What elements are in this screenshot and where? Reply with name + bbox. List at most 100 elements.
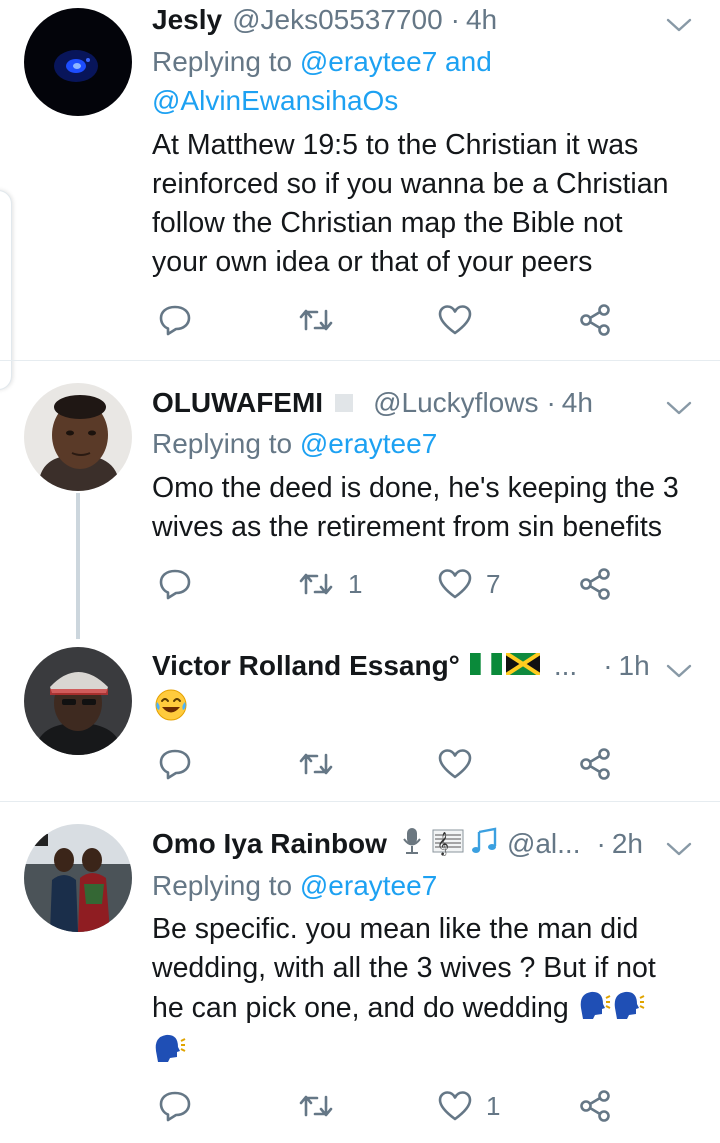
replying-to: Replying to @eraytee7 bbox=[152, 866, 696, 905]
reply-icon bbox=[159, 1091, 191, 1122]
tweet-text: Omo the deed is done, he's keeping the 3… bbox=[152, 469, 700, 547]
tweet-omo-iya-rainbow[interactable]: Omo Iya Rainbow 𝄞 @al... · 2h Replying t… bbox=[0, 802, 720, 1143]
badge-square-icon bbox=[335, 394, 354, 412]
timestamp[interactable]: 1h bbox=[619, 650, 650, 682]
like-button[interactable] bbox=[438, 300, 472, 340]
like-button[interactable]: 7 bbox=[438, 564, 500, 604]
retweet-icon bbox=[299, 573, 333, 595]
user-handle[interactable]: ... bbox=[554, 650, 577, 682]
tweet-jesly[interactable]: Jesly @Jeks05537700 · 4h Replying to @er… bbox=[0, 0, 720, 360]
tweet-line: Be specific. you mean like the man did bbox=[152, 913, 639, 945]
tweet-oluwafemi[interactable]: OLUWAFEMI @Luckyflows · 4h Replying to @… bbox=[0, 361, 720, 801]
retweet-button[interactable] bbox=[298, 300, 334, 340]
retweet-button[interactable] bbox=[298, 744, 334, 784]
tweet-line: reinforced so if you wanna be a Christia… bbox=[152, 168, 669, 200]
like-button[interactable] bbox=[438, 744, 472, 784]
retweet-button[interactable] bbox=[298, 1086, 334, 1126]
display-name[interactable]: Victor Rolland Essang° bbox=[152, 650, 460, 682]
user-handle[interactable]: @al... bbox=[507, 828, 581, 860]
reply-button[interactable] bbox=[158, 1086, 192, 1126]
display-name[interactable]: Jesly bbox=[152, 4, 222, 36]
reply-icon bbox=[159, 749, 191, 780]
tweet-line-with-emoji: he can pick one, and do wedding bbox=[152, 988, 700, 1031]
speaking-head-icon bbox=[577, 988, 611, 1031]
action-bar: 1 7 bbox=[152, 564, 632, 604]
chevron-down-icon[interactable] bbox=[666, 8, 692, 40]
jamaica-flag-icon bbox=[504, 650, 541, 682]
replying-prefix: Replying to bbox=[152, 46, 293, 77]
chevron-down-icon[interactable] bbox=[666, 654, 692, 686]
avatar[interactable] bbox=[24, 383, 132, 491]
chevron-down-icon[interactable] bbox=[666, 391, 692, 423]
separator-dot: · bbox=[603, 650, 613, 681]
speaking-head-icon bbox=[611, 988, 645, 1031]
tweet-line: he can pick one, and do wedding bbox=[152, 992, 569, 1025]
tweet-text: At Matthew 19:5 to the Christian it was … bbox=[152, 126, 700, 282]
tweet-line: At Matthew 19:5 to the Christian it was bbox=[152, 129, 639, 161]
reply-button[interactable] bbox=[158, 300, 192, 340]
musical-notes-icon bbox=[469, 826, 499, 863]
timestamp[interactable]: 2h bbox=[612, 828, 643, 860]
chevron-down-icon[interactable] bbox=[666, 832, 692, 864]
retweet-icon bbox=[299, 753, 333, 775]
avatar[interactable] bbox=[24, 647, 132, 755]
musical-score-icon: 𝄞 bbox=[431, 826, 465, 863]
heart-icon bbox=[438, 1091, 472, 1121]
avatar[interactable] bbox=[24, 824, 132, 932]
share-icon bbox=[580, 748, 610, 780]
user-handle[interactable]: @Luckyflows bbox=[373, 387, 538, 419]
tweet-header: OLUWAFEMI @Luckyflows · 4h bbox=[152, 383, 696, 423]
thread-line bbox=[76, 493, 80, 639]
mention-link[interactable]: @eraytee7 bbox=[300, 428, 437, 459]
share-icon bbox=[580, 304, 610, 336]
replying-to: Replying to @eraytee7 and @AlvinEwansiha… bbox=[152, 42, 696, 120]
tweet-line: wives as the retirement from sin benefit… bbox=[152, 511, 663, 543]
heart-icon bbox=[438, 305, 472, 335]
share-button[interactable] bbox=[578, 744, 612, 784]
action-bar: 1 bbox=[152, 1086, 632, 1126]
nigeria-flag-icon bbox=[469, 650, 502, 682]
tweet-header: Victor Rolland Essang° ... · 1h bbox=[152, 646, 696, 686]
reply-icon bbox=[159, 569, 191, 600]
share-icon bbox=[580, 568, 610, 600]
tweet-line: your own idea or that of your peers bbox=[152, 246, 593, 278]
retweet-icon bbox=[299, 1095, 333, 1117]
tweet-header: Jesly @Jeks05537700 · 4h bbox=[152, 0, 696, 40]
like-count: 1 bbox=[486, 1090, 501, 1121]
share-button[interactable] bbox=[578, 300, 612, 340]
tweet-header: Omo Iya Rainbow 𝄞 @al... · 2h bbox=[152, 824, 696, 864]
retweet-count: 1 bbox=[348, 568, 363, 599]
replying-to: Replying to @eraytee7 bbox=[152, 424, 696, 463]
display-name[interactable]: Omo Iya Rainbow bbox=[152, 828, 387, 860]
mention-link[interactable]: @eraytee7 and bbox=[300, 46, 492, 77]
display-name[interactable]: OLUWAFEMI bbox=[152, 387, 323, 419]
timestamp[interactable]: 4h bbox=[466, 4, 497, 36]
share-button[interactable] bbox=[578, 564, 612, 604]
mention-link[interactable]: @AlvinEwansihaOs bbox=[152, 85, 398, 116]
tweet-line: wedding, with all the 3 wives ? But if n… bbox=[152, 952, 656, 984]
reply-button[interactable] bbox=[158, 744, 192, 784]
reply-button[interactable] bbox=[158, 564, 192, 604]
share-button[interactable] bbox=[578, 1086, 612, 1126]
avatar[interactable] bbox=[24, 8, 132, 116]
separator-dot: · bbox=[546, 387, 556, 418]
heart-icon bbox=[438, 569, 472, 599]
action-bar bbox=[152, 744, 632, 784]
like-count: 7 bbox=[486, 568, 501, 599]
speaking-head-icon bbox=[152, 1031, 186, 1074]
tweet-line: Omo the deed is done, he's keeping the 3 bbox=[152, 472, 679, 504]
tweet-line: follow the Christian map the Bible not bbox=[152, 207, 623, 239]
replying-prefix: Replying to bbox=[152, 428, 293, 459]
separator-dot: · bbox=[596, 828, 606, 859]
retweet-button[interactable]: 1 bbox=[298, 564, 362, 604]
retweet-icon bbox=[299, 309, 333, 331]
svg-text:𝄞: 𝄞 bbox=[437, 831, 449, 856]
user-handle[interactable]: @Jeks05537700 bbox=[232, 4, 443, 36]
tweet-line-emoji-only bbox=[152, 1031, 700, 1074]
like-button[interactable]: 1 bbox=[438, 1086, 500, 1126]
replying-prefix: Replying to bbox=[152, 870, 293, 901]
heart-icon bbox=[438, 749, 472, 779]
face-with-tears-of-joy-icon bbox=[154, 688, 188, 727]
timestamp[interactable]: 4h bbox=[562, 387, 593, 419]
mention-link[interactable]: @eraytee7 bbox=[300, 870, 437, 901]
